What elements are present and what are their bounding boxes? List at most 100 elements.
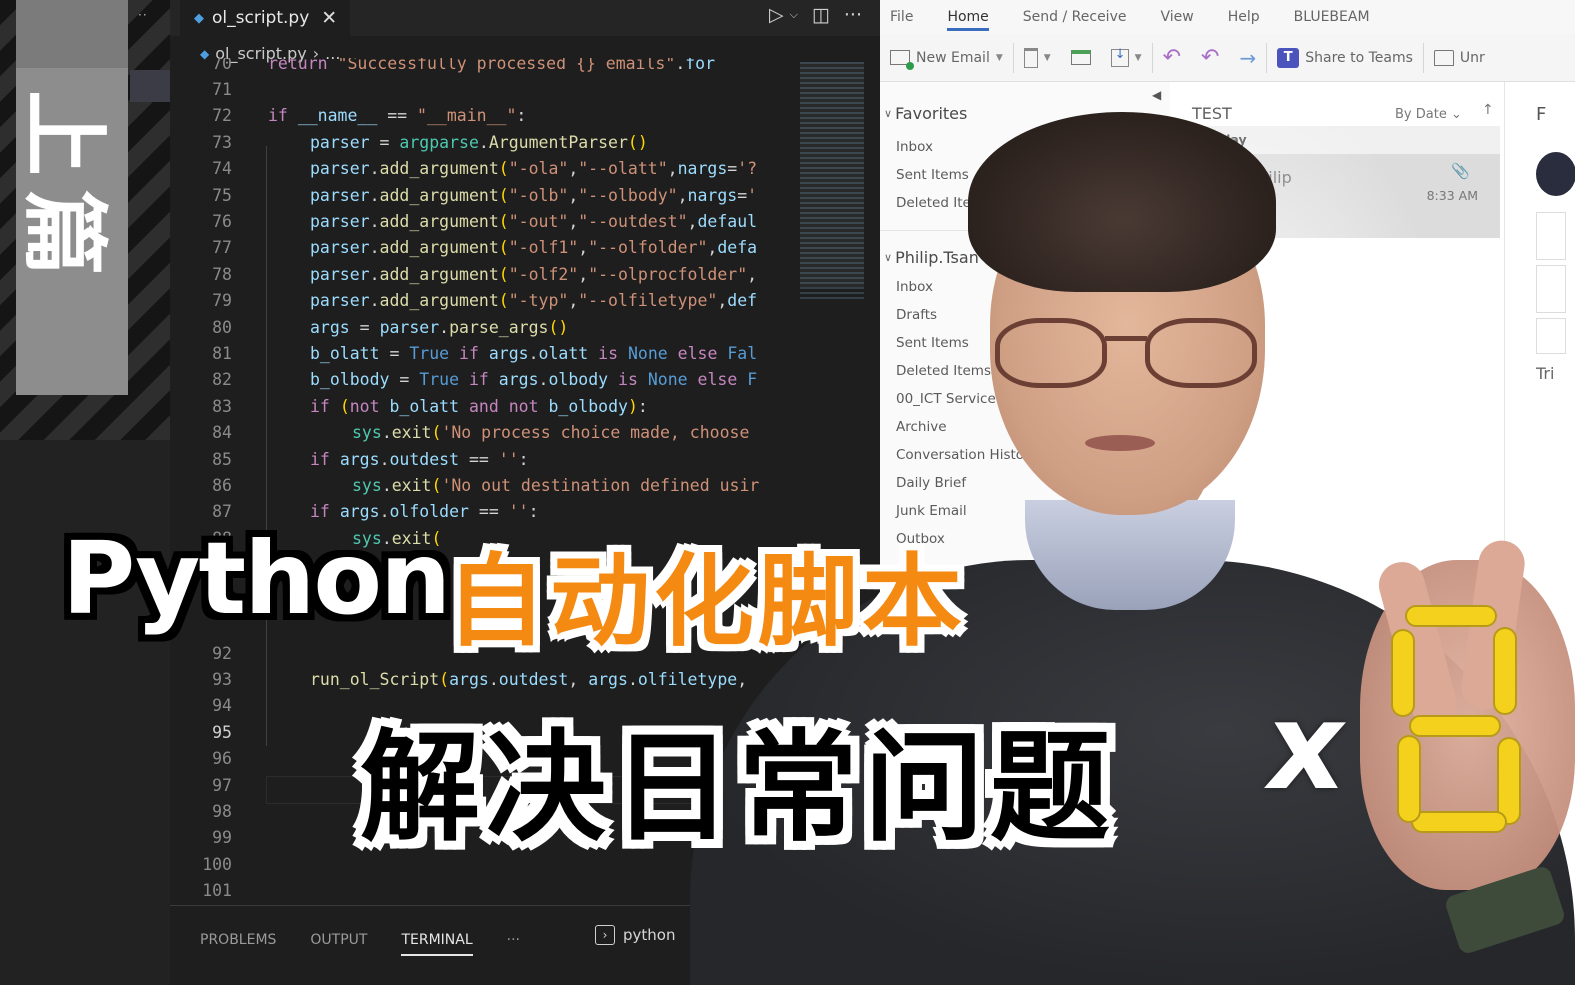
ribbon-tab-bluebeam[interactable]: BLUEBEAM xyxy=(1294,9,1370,25)
line-number: 86 xyxy=(212,475,232,495)
account-header[interactable]: ∨ Philip.Tsan xyxy=(884,248,979,267)
tab-problems[interactable]: PROBLEMS xyxy=(200,932,276,948)
trash-icon xyxy=(1023,47,1038,68)
account-folder-item[interactable]: Sent Items xyxy=(896,335,969,351)
code-line[interactable]: 72 if __name__ == "__main__": xyxy=(170,103,800,129)
code-line[interactable]: 76 parser.add_argument("-out","--outdest"… xyxy=(170,208,800,234)
line-number: 73 xyxy=(212,132,232,152)
favorites-folder-item[interactable]: Inbox xyxy=(896,139,933,155)
panel-tabs: PROBLEMS OUTPUT TERMINAL ··· xyxy=(200,924,520,956)
new-email-label: New Email xyxy=(916,49,990,66)
attachment-card[interactable] xyxy=(1536,265,1566,313)
attachment-card[interactable] xyxy=(1536,212,1566,260)
code-text: run_ol_Script(args.outdest, args.olfilet… xyxy=(310,669,748,689)
tab-output[interactable]: OUTPUT xyxy=(310,932,367,948)
favorites-header[interactable]: ∨ Favorites xyxy=(884,104,967,123)
new-email-button[interactable]: New Email ▼ xyxy=(880,49,1013,70)
indent-guide xyxy=(266,146,267,746)
forward-icon: → xyxy=(1239,45,1257,70)
account-folder-item[interactable]: Deleted Items xyxy=(896,363,991,379)
unread-button[interactable]: Unr xyxy=(1424,49,1495,66)
account-folder-item[interactable]: 00_ICT Service xyxy=(896,391,996,407)
favorites-label: Favorites xyxy=(895,104,968,123)
delete-button[interactable]: ▼ xyxy=(1014,47,1061,68)
code-text: sys.exit('No process choice made, choose xyxy=(352,423,760,443)
line-number: 75 xyxy=(212,185,232,205)
code-line[interactable]: 81 b_olatt = True if args.olatt is None e… xyxy=(170,340,800,366)
code-line[interactable]: 70 return "Successfully processed {} emai… xyxy=(170,58,800,76)
line-number: 74 xyxy=(212,159,232,179)
code-text: args = parser.parse_args() xyxy=(310,317,569,337)
code-line[interactable]: 74 parser.add_argument("-ola","--olatt",n… xyxy=(170,156,800,182)
more-actions-icon[interactable]: ··· xyxy=(844,4,862,26)
run-menu-chevron-icon[interactable]: ⌵ xyxy=(790,8,798,22)
line-number: 92 xyxy=(212,643,232,663)
code-line[interactable]: 71 xyxy=(170,76,800,102)
code-line[interactable]: 79 parser.add_argument("-typ","--olfilety… xyxy=(170,288,800,314)
code-line[interactable]: 73 parser = argparse.ArgumentParser() xyxy=(170,129,800,155)
account-folder-item[interactable]: Inbox xyxy=(896,279,933,295)
chevron-down-icon[interactable]: ▼ xyxy=(996,53,1003,63)
chevron-down-icon[interactable]: ▼ xyxy=(1135,53,1142,63)
video-cover: ·· 上篇 ◆ ol_script.py ✕ ▷ ⌵ ◫ ··· ◆ ol_sc… xyxy=(0,0,1575,985)
code-line[interactable]: 84 sys.exit('No process choice made, choo… xyxy=(170,420,800,446)
code-line[interactable]: 93 run_ol_Script(args.outdest, args.olfil… xyxy=(170,666,800,692)
reading-header: F xyxy=(1536,104,1547,125)
part-label-banner: 上篇 xyxy=(14,0,128,395)
account-folder-item[interactable]: Junk Email xyxy=(896,503,967,519)
python-file-icon: ◆ xyxy=(194,10,204,26)
ribbon-tab-file[interactable]: File xyxy=(890,9,913,25)
account-folder-item[interactable]: Drafts xyxy=(896,307,937,323)
sort-direction-icon[interactable]: ↑ xyxy=(1482,102,1494,118)
code-line[interactable]: 82 b_olbody = True if args.olbody is None… xyxy=(170,367,800,393)
account-folder-item[interactable]: Archive xyxy=(896,419,947,435)
run-icon[interactable]: ▷ xyxy=(769,4,784,26)
ribbon-tab-help[interactable]: Help xyxy=(1228,9,1260,25)
account-folder-item[interactable]: Daily Brief xyxy=(896,475,966,491)
editor-tab-bar: ◆ ol_script.py ✕ ▷ ⌵ ◫ ··· xyxy=(170,0,880,36)
ribbon-tab-home[interactable]: Home xyxy=(947,4,989,31)
terminal-name[interactable]: python xyxy=(623,926,675,944)
panel-more-icon[interactable]: ··· xyxy=(507,932,520,948)
forward-button[interactable]: → xyxy=(1229,46,1266,70)
code-text: if __name__ == "__main__": xyxy=(268,106,527,126)
avatar[interactable] xyxy=(1536,152,1575,196)
subtitle-daily-problems: 解决日常问题 xyxy=(360,719,1116,858)
move-button[interactable]: ▼ xyxy=(1101,47,1152,67)
chevron-down-icon[interactable]: ▼ xyxy=(1044,53,1051,63)
digit-segment-d xyxy=(1411,811,1507,833)
code-line[interactable]: 83 if (not b_olatt and not b_olbody): xyxy=(170,393,800,419)
ribbon-tab-view[interactable]: View xyxy=(1160,9,1193,25)
line-number: 100 xyxy=(202,854,232,874)
reply-button[interactable]: ↶ xyxy=(1153,45,1191,70)
account-folder-item[interactable]: Conversation Histo xyxy=(896,447,1024,463)
code-line[interactable]: 75 parser.add_argument("-olb","--olbody",… xyxy=(170,182,800,208)
line-number: 78 xyxy=(212,264,232,284)
split-editor-icon[interactable]: ◫ xyxy=(812,4,830,26)
minimap[interactable] xyxy=(800,62,864,302)
close-tab-icon[interactable]: ✕ xyxy=(321,7,337,29)
glasses-bridge xyxy=(1105,336,1147,341)
tab-terminal[interactable]: TERMINAL xyxy=(401,932,473,956)
reply-all-button[interactable]: ↶ xyxy=(1191,45,1229,70)
code-line[interactable]: 86 sys.exit('No out destination defined u… xyxy=(170,472,800,498)
code-line[interactable]: 77 parser.add_argument("-olf1","--olfolde… xyxy=(170,235,800,261)
share-to-teams-button[interactable]: T Share to Teams xyxy=(1267,47,1423,68)
sidebar-more-icon[interactable]: ·· xyxy=(138,8,148,22)
favorites-folder-item[interactable]: Sent Items xyxy=(896,167,969,183)
line-number: 72 xyxy=(212,106,232,126)
part-label: 上篇 xyxy=(13,90,114,290)
archive-icon xyxy=(1070,50,1091,65)
ribbon-tab-send-receive[interactable]: Send / Receive xyxy=(1023,9,1127,25)
line-number: 71 xyxy=(212,79,232,99)
new-email-icon xyxy=(890,50,914,70)
code-line[interactable]: 78 parser.add_argument("-olf2","--olprocf… xyxy=(170,261,800,287)
archive-button[interactable] xyxy=(1061,50,1101,65)
code-line[interactable]: 80 args = parser.parse_args() xyxy=(170,314,800,340)
code-text: if (not b_olatt and not b_olbody): xyxy=(310,396,648,416)
chevron-down-icon: ⌄ xyxy=(1450,107,1462,122)
code-line[interactable]: 85 if args.outdest == '': xyxy=(170,446,800,472)
tab-ol-script[interactable]: ◆ ol_script.py ✕ xyxy=(180,0,350,36)
attachment-card[interactable] xyxy=(1536,318,1566,354)
move-icon xyxy=(1110,47,1129,67)
